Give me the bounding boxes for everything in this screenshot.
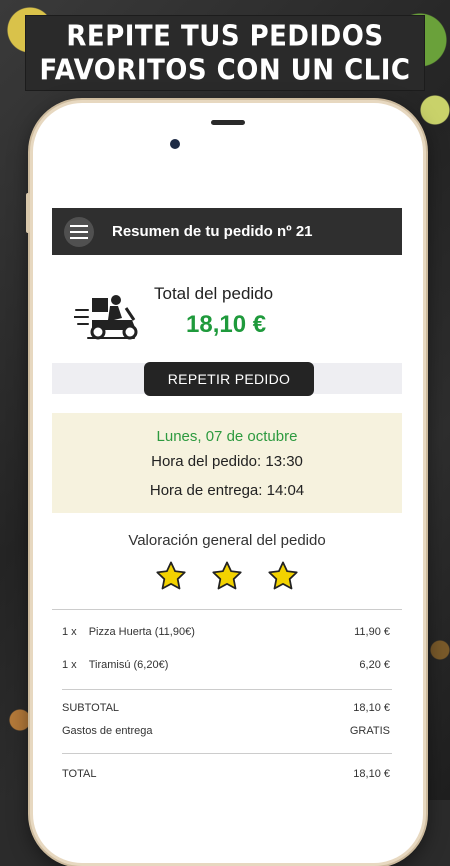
rating-title: Valoración general del pedido	[128, 532, 326, 549]
divider	[62, 753, 392, 754]
star-icon[interactable]	[267, 560, 299, 592]
promo-banner: REPITE TUS PEDIDOS FAVORITOS CON UN CLIC	[26, 16, 424, 90]
app-screen: Resumen de tu pedido nº 21 Total del ped…	[52, 208, 402, 808]
phone-side-button	[26, 193, 30, 233]
delivery-fee-value: GRATIS	[349, 725, 390, 737]
star-icon[interactable]	[211, 560, 243, 592]
order-date: Lunes, 07 de octubre	[156, 428, 298, 445]
banner-line-1: REPITE TUS PEDIDOS	[66, 20, 384, 54]
phone-camera	[170, 139, 180, 149]
order-rating: Valoración general del pedido	[52, 513, 402, 611]
subtotal-label: SUBTOTAL	[62, 702, 120, 714]
total-value: 18,10 €	[186, 311, 267, 338]
item-qty: 1 x	[62, 626, 77, 638]
repeat-order-button[interactable]: REPETIR PEDIDO	[144, 362, 314, 396]
delivery-time: Hora de entrega: 14:04	[149, 482, 305, 499]
hamburger-menu-icon[interactable]	[64, 216, 94, 247]
page-title: Resumen de tu pedido nº 21	[112, 223, 313, 240]
delivery-fee-row: Gastos de entrega GRATIS	[62, 725, 390, 737]
delivery-fee-label: Gastos de entrega	[62, 725, 153, 737]
star-icon[interactable]	[155, 560, 187, 592]
order-summary: Total del pedido 18,10 €	[52, 255, 402, 363]
order-time: Hora del pedido: 13:30	[151, 453, 303, 470]
subtotal-row: SUBTOTAL 18,10 €	[62, 702, 390, 714]
banner-line-2: FAVORITOS CON UN CLIC	[39, 54, 411, 88]
grand-total-value: 18,10 €	[353, 768, 390, 780]
subtotal-value: 18,10 €	[353, 702, 390, 714]
item-name: Tiramisú (6,20€)	[88, 659, 169, 671]
phone-speaker	[211, 120, 245, 125]
total-row: TOTAL 18,10 €	[62, 768, 390, 780]
delivery-scooter-icon	[74, 295, 138, 340]
divider	[52, 609, 402, 610]
item-name: Pizza Huerta (11,90€)	[88, 626, 195, 638]
item-qty: 1 x	[62, 659, 77, 671]
app-header: Resumen de tu pedido nº 21	[52, 208, 402, 255]
grand-total-label: TOTAL	[62, 768, 97, 780]
item-price: 6,20 €	[359, 659, 390, 671]
order-line-item: 1 x Pizza Huerta (11,90€) 11,90 €	[62, 626, 390, 638]
order-dates: Lunes, 07 de octubre Hora del pedido: 13…	[52, 413, 402, 513]
order-line-item: 1 x Tiramisú (6,20€) 6,20 €	[62, 659, 390, 671]
total-label: Total del pedido	[154, 284, 274, 303]
divider	[62, 689, 392, 690]
rating-stars[interactable]	[52, 560, 402, 592]
item-price: 11,90 €	[354, 626, 390, 638]
